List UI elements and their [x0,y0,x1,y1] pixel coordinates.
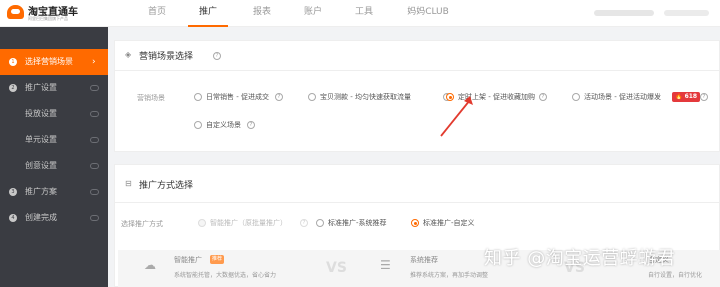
sidebar-step-promotion-settings[interactable]: 2 推广设置 [0,75,108,101]
scene-option-scheduled-listing[interactable]: 定时上架 - 促进收藏加购 ? [446,92,566,104]
cloud-icon [90,137,99,143]
sidebar-item-label: 投放设置 [25,109,57,118]
scene-row-label: 营销场景 [137,94,165,102]
sidebar-step-select-scene[interactable]: 1 选择营销场景 › [0,49,108,75]
panel-header: ⊟ 推广方式选择 [115,165,719,203]
smart-cloud-icon: ☁ [144,258,156,272]
scene-option-product-test[interactable]: 宝贝测款 - 均匀快速获取流量 ? [308,92,468,104]
sidebar-item-label: 单元设置 [25,135,57,144]
card-description: 自行设置，自行优化 [648,272,703,279]
radio-button-disabled [198,219,206,227]
scene-option-campaign[interactable]: 活动场景 - 促进活动爆发 🔥 618 ? [572,92,720,104]
step-number: 2 [9,84,17,92]
recommend-tag: 推荐 [210,255,225,264]
option-label: 日常销售 - 促进成交 [206,93,269,101]
sidebar-sub-creative[interactable]: 创意设置 [0,153,108,179]
vs-label: VS [326,260,347,276]
card-description: 推荐系统方案，再加手动调整 [410,272,489,279]
nav-tools[interactable]: 工具 [345,0,383,27]
help-icon[interactable]: ? [213,52,221,60]
sidebar-item-label: 选择营销场景 [25,57,73,66]
radio-button[interactable] [194,93,202,101]
nav-reports[interactable]: 报表 [243,0,281,27]
help-icon[interactable]: ? [539,93,547,101]
method-option-smart: 智能推广（原批量推广） ? [198,218,313,230]
option-label: 活动场景 - 促进活动爆发 [584,93,661,101]
logo[interactable]: 淘宝直通车 阿里巴巴集团旗下产品 [7,3,107,23]
radio-button[interactable] [194,121,202,129]
option-label: 标准推广-系统推荐 [328,219,387,227]
nav-account[interactable]: 账户 [294,0,332,27]
chevron-right-icon: › [92,57,96,67]
radio-button-selected[interactable] [446,93,454,101]
sidebar-sub-delivery[interactable]: 投放设置 [0,101,108,127]
option-label: 宝贝测款 - 均匀快速获取流量 [320,93,411,101]
nav-mama-club[interactable]: 妈妈CLUB [398,0,458,27]
card-title: 系统推荐 [410,256,438,264]
logo-subtitle: 阿里巴巴集团旗下产品 [28,16,68,21]
step-number: 4 [9,214,17,222]
sidebar-step-plan[interactable]: 3 推广方案 [0,179,108,205]
scene-option-custom[interactable]: 自定义场景 ? [194,120,284,132]
option-label: 标准推广-自定义 [423,219,475,227]
step-number: 1 [9,58,17,66]
radio-button[interactable] [308,93,316,101]
radio-button[interactable] [316,219,324,227]
car-logo-icon [7,5,24,19]
list-box-icon: ⊟ [125,179,132,188]
help-icon[interactable]: ? [247,121,255,129]
panel-title: 推广方式选择 [139,181,194,191]
help-icon[interactable]: ? [300,219,308,227]
method-row-label: 选择推广方式 [121,220,163,228]
top-navbar: 淘宝直通车 阿里巴巴集团旗下产品 首页 推广 报表 账户 工具 妈妈CLUB [0,0,720,27]
user-info-blurred[interactable] [594,10,654,16]
sidebar-sub-unit[interactable]: 单元设置 [0,127,108,153]
cloud-icon [90,163,99,169]
cloud-icon [90,215,99,221]
cloud-icon [90,111,99,117]
step-number: 3 [9,188,17,196]
watermark: 知乎 @淘宝运营蜉蝣君 [484,248,676,269]
sidebar-item-label: 推广方案 [25,187,57,196]
badge-618-text: 618 [684,93,698,100]
cloud-icon [90,85,99,91]
cloud-icon [90,189,99,195]
sidebar-item-label: 推广设置 [25,83,57,92]
user-menu-blurred[interactable] [664,10,709,16]
option-label: 智能推广（原批量推广） [210,219,287,227]
panel-title: 营销场景选择 [139,52,194,62]
radio-button-selected[interactable] [411,219,419,227]
method-option-system-recommend[interactable]: 标准推广-系统推荐 [316,218,406,230]
sliders-icon: ☰ [380,258,391,272]
option-label: 定时上架 - 促进收藏加购 [458,93,535,101]
sidebar-item-label: 创建完成 [25,213,57,222]
help-icon[interactable]: ? [275,93,283,101]
step-sidebar: 1 选择营销场景 › 2 推广设置 投放设置 单元设置 创意设置 3 推广方案 … [0,27,108,287]
method-option-custom[interactable]: 标准推广-自定义 [411,218,491,230]
scene-option-daily-sales[interactable]: 日常销售 - 促进成交 ? [194,92,294,104]
card-description: 系统智能托管，大数据优选，省心省力 [174,272,277,279]
nav-promotion[interactable]: 推广 [188,0,228,27]
help-icon[interactable]: ? [700,93,708,101]
badge-618: 🔥 618 [672,92,701,102]
panel-header: ◈ 营销场景选择 ? [115,41,719,71]
option-label: 自定义场景 [206,121,241,129]
sidebar-step-complete[interactable]: 4 创建完成 [0,205,108,231]
card-title: 智能推广 [174,256,202,264]
layers-icon: ◈ [125,50,132,59]
nav-home[interactable]: 首页 [138,0,176,27]
sidebar-item-label: 创意设置 [25,161,57,170]
radio-button[interactable] [572,93,580,101]
scene-selection-panel: ◈ 营销场景选择 ? 营销场景 日常销售 - 促进成交 ? 宝贝测款 - 均匀快… [114,40,720,152]
